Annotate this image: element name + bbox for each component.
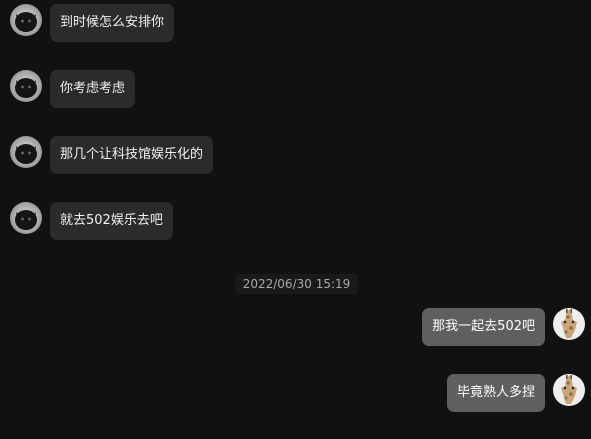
message-row-incoming: 你考虑考虑 [10, 70, 136, 108]
contact-avatar-icon[interactable] [10, 202, 42, 234]
contact-avatar-icon[interactable] [10, 70, 42, 102]
message-row-incoming: 就去502娱乐去吧 [10, 202, 173, 240]
contact-avatar-icon[interactable] [10, 4, 42, 36]
message-row-outgoing: 毕竟熟人多捏 [446, 374, 585, 412]
message-row-incoming: 那几个让科技馆娱乐化的 [10, 136, 214, 174]
message-bubble[interactable]: 到时候怎么安排你 [50, 4, 175, 42]
message-bubble[interactable]: 毕竟熟人多捏 [446, 374, 545, 412]
chat-window: 到时候怎么安排你 你考虑考虑 那几个让科技馆娱乐化的 就去502娱乐去吧 202… [0, 0, 591, 439]
timestamp-divider: 2022/06/30 15:19 [0, 273, 591, 294]
message-bubble[interactable]: 你考虑考虑 [50, 70, 136, 108]
self-avatar-icon[interactable] [553, 374, 585, 406]
message-bubble[interactable]: 就去502娱乐去吧 [50, 202, 173, 240]
timestamp-label: 2022/06/30 15:19 [234, 274, 359, 294]
contact-avatar-icon[interactable] [10, 136, 42, 168]
message-bubble[interactable]: 那我一起去502吧 [422, 308, 545, 346]
message-row-incoming: 到时候怎么安排你 [10, 4, 175, 42]
message-row-outgoing: 那我一起去502吧 [422, 308, 585, 346]
message-bubble[interactable]: 那几个让科技馆娱乐化的 [50, 136, 214, 174]
self-avatar-icon[interactable] [553, 308, 585, 340]
